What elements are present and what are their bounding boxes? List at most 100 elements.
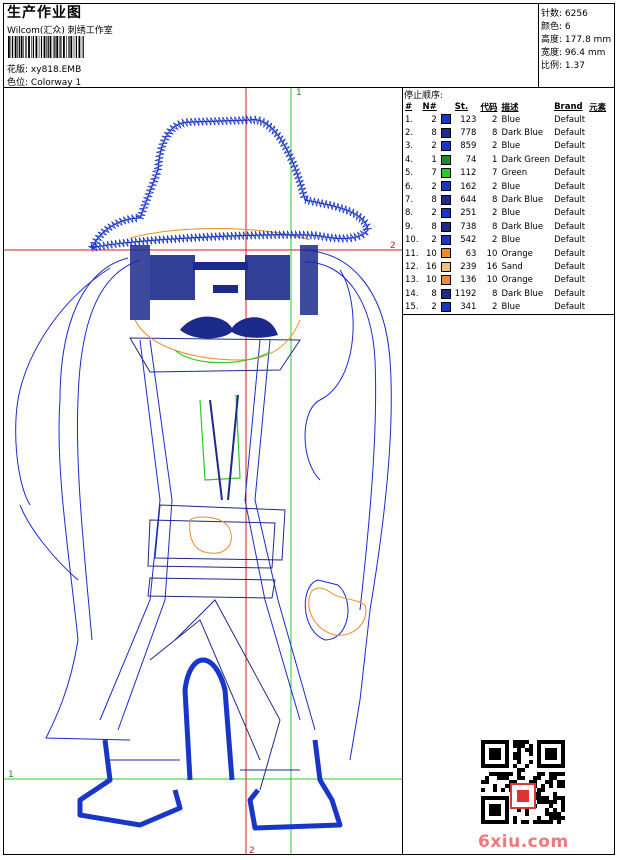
barcode <box>8 36 84 58</box>
row-element <box>587 113 608 126</box>
row-index: 10. <box>405 235 419 246</box>
row-stitches: 239 <box>460 261 477 272</box>
row-needle: 10 <box>425 275 437 286</box>
row-swatch <box>439 207 453 220</box>
row-stitches: 112 <box>460 168 477 179</box>
shirt-front <box>209 394 239 501</box>
table-row: 15. 2 341 2 Blue Default <box>403 300 608 313</box>
row-stitches: 74 <box>465 154 477 165</box>
table-row: 10. 2 542 2 Blue Default <box>403 234 608 247</box>
table-row: 1. 2 123 2 Blue Default <box>403 113 608 126</box>
row-swatch <box>439 193 453 206</box>
row-index: 2. <box>405 128 414 139</box>
row-needle: 2 <box>431 208 437 219</box>
row-stitches: 1192 <box>454 288 477 299</box>
row-description: Dark Blue <box>501 288 544 299</box>
row-description: Dark Blue <box>501 221 544 232</box>
row-brand: Default <box>554 261 586 272</box>
row-description: Dark Blue <box>501 195 544 206</box>
row-stitches: 123 <box>460 114 477 125</box>
row-code: 2 <box>492 181 498 192</box>
row-index: 6. <box>405 181 414 192</box>
color-swatch <box>440 275 451 286</box>
row-brand: Default <box>554 154 586 165</box>
row-brand: Default <box>554 302 586 313</box>
color-swatch <box>440 301 451 312</box>
row-brand: Default <box>554 275 586 286</box>
green-collar <box>174 349 271 481</box>
axis-label-bottom: 2 <box>249 846 255 856</box>
meta-height: 高度: 177.8 mm <box>541 35 612 45</box>
row-element <box>587 274 608 287</box>
row-element <box>587 220 608 233</box>
face <box>130 245 318 339</box>
stop-sequence-title: 停止顺序: <box>404 91 444 101</box>
row-stitches: 542 <box>460 235 477 246</box>
row-index: 3. <box>405 141 414 152</box>
meta-scale: 比例: 1.37 <box>541 61 585 71</box>
row-stitches: 644 <box>460 195 477 206</box>
meta-divider <box>538 3 539 87</box>
col-header-stitches: St. <box>454 102 469 112</box>
row-needle: 10 <box>425 248 437 259</box>
col-header-needle: N# <box>422 102 437 112</box>
row-needle: 8 <box>431 128 437 139</box>
row-stitches: 341 <box>460 302 477 313</box>
table-row: 6. 2 162 2 Blue Default <box>403 180 608 193</box>
row-code: 8 <box>492 288 498 299</box>
col-header-code: 代码 <box>480 103 498 113</box>
table-row: 14. 8 1192 8 Dark Blue Default <box>403 287 608 300</box>
row-description: Green <box>501 168 528 179</box>
row-element <box>587 300 608 313</box>
row-index: 4. <box>405 154 414 165</box>
row-code: 8 <box>492 128 498 139</box>
color-swatch <box>440 221 451 232</box>
row-swatch <box>439 153 453 166</box>
row-code: 10 <box>486 275 498 286</box>
row-brand: Default <box>554 168 586 179</box>
meta-width: 宽度: 96.4 mm <box>541 48 606 58</box>
table-header-row: # N# St. 代码 描述 Brand 元素 <box>403 101 608 113</box>
page-title: 生产作业图 <box>7 5 82 21</box>
row-needle: 2 <box>431 141 437 152</box>
row-swatch <box>439 167 453 180</box>
row-brand: Default <box>554 248 586 259</box>
row-swatch <box>439 234 453 247</box>
row-description: Blue <box>501 181 521 192</box>
row-needle: 8 <box>431 221 437 232</box>
row-description: Blue <box>501 208 521 219</box>
col-header-brand: Brand <box>554 102 583 112</box>
color-swatch <box>440 127 451 138</box>
row-description: Dark Green <box>501 154 551 165</box>
row-element <box>587 234 608 247</box>
row-element <box>587 153 608 166</box>
row-description: Orange <box>501 275 533 286</box>
row-stitches: 251 <box>460 208 477 219</box>
row-index: 1. <box>405 114 414 125</box>
row-stitches: 63 <box>465 248 477 259</box>
row-code: 2 <box>492 208 498 219</box>
row-element <box>587 207 608 220</box>
design-file-row: 花版: xy818.EMB <box>7 62 81 75</box>
row-brand: Default <box>554 208 586 219</box>
coat-panels <box>110 337 301 791</box>
color-swatch <box>440 168 451 178</box>
row-description: Blue <box>501 235 521 246</box>
table-row: 4. 1 74 1 Dark Green Default <box>403 153 608 166</box>
embroidery-design <box>4 88 402 854</box>
col-header-element: 元素 <box>589 103 607 113</box>
row-brand: Default <box>554 141 586 152</box>
axis-label-right: 2 <box>390 241 396 251</box>
row-swatch <box>439 247 453 260</box>
row-needle: 7 <box>431 168 437 179</box>
row-swatch <box>439 287 453 300</box>
row-needle: 2 <box>431 302 437 313</box>
qr-code <box>481 740 565 824</box>
row-brand: Default <box>554 221 586 232</box>
row-code: 8 <box>492 221 498 232</box>
row-code: 2 <box>492 114 498 125</box>
col-header-description: 描述 <box>501 103 519 113</box>
color-swatch <box>440 248 451 259</box>
row-index: 15. <box>405 302 419 313</box>
colorway-label: 色位: <box>7 78 29 88</box>
